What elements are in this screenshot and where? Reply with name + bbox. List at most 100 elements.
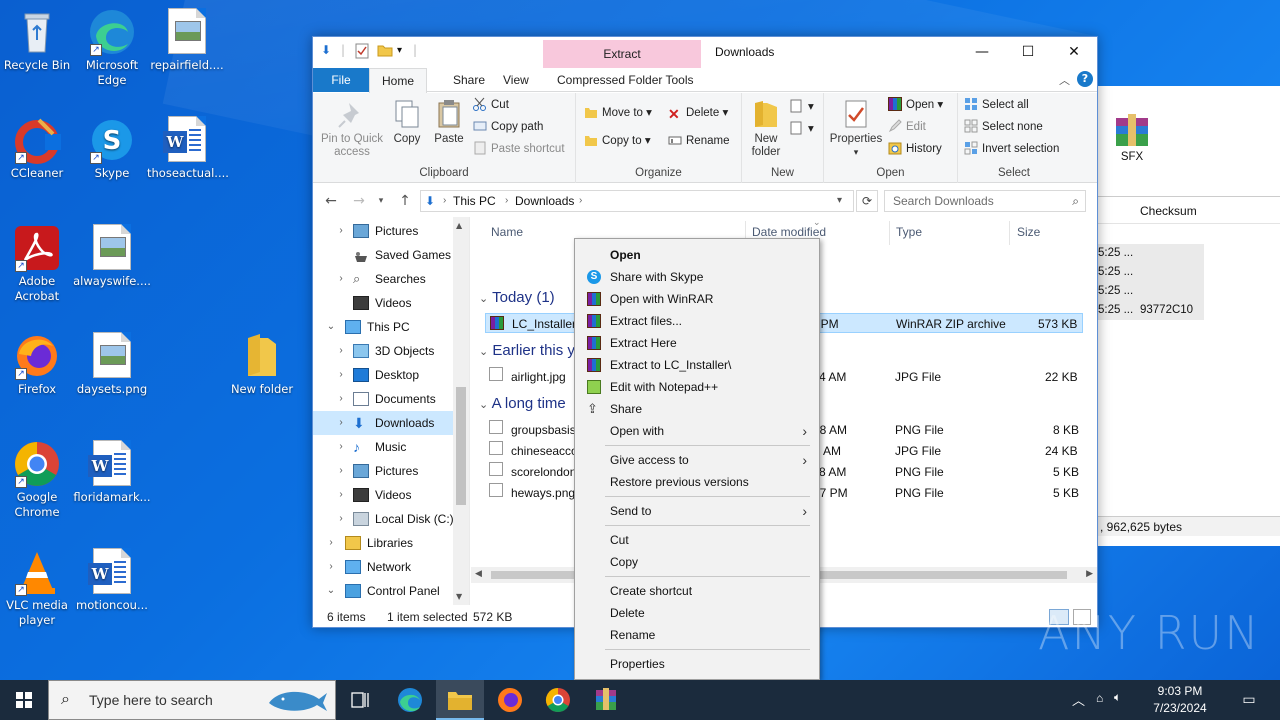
new-folder-button[interactable]: New folder: [746, 99, 786, 159]
menu-item-edit-with-notepadpp[interactable]: Edit with Notepad++: [577, 376, 817, 398]
delete-button[interactable]: ✕ Delete ▾: [668, 103, 728, 123]
taskbar-search-box[interactable]: ⌕ Type here to search: [48, 680, 336, 720]
desktop-icon-edge[interactable]: ↗ Microsoft Edge: [72, 8, 152, 88]
help-icon[interactable]: ?: [1077, 71, 1093, 87]
volume-icon[interactable]: 🔈︎: [1114, 690, 1121, 705]
desktop-icon-new-folder[interactable]: New folder: [222, 332, 302, 397]
desktop-icon-skype[interactable]: S ↗ Skype: [72, 116, 152, 181]
network-tray-icon[interactable]: ⌂: [1096, 691, 1103, 705]
menu-item-open-with-winrar[interactable]: Open with WinRAR: [577, 288, 817, 310]
winrar-window-background[interactable]: SFX Checksum 5:25 ... 5:25 ... 5:25 ... …: [1098, 86, 1280, 546]
desktop-icon-ccleaner[interactable]: ↗ CCleaner: [0, 116, 77, 181]
nav-item-searches[interactable]: › ⌕ Searches: [313, 267, 453, 291]
taskbar-winrar[interactable]: [582, 680, 630, 720]
winrar-row[interactable]: 5:25 ...: [1098, 244, 1204, 263]
easy-access-button[interactable]: ▾: [790, 119, 814, 139]
new-item-button[interactable]: ▾: [790, 97, 814, 117]
taskbar-chrome[interactable]: [534, 680, 582, 720]
nav-item-videos-pc[interactable]: › Videos: [313, 483, 453, 507]
up-arrow-icon[interactable]: ↑: [395, 191, 415, 211]
nav-item-music[interactable]: › ♪ Music: [313, 435, 453, 459]
menu-item-create-shortcut[interactable]: Create shortcut: [577, 580, 817, 602]
group-header-today[interactable]: ⌄ Today (1): [479, 289, 555, 306]
history-button[interactable]: History: [888, 139, 942, 159]
refresh-icon[interactable]: ⟳: [856, 190, 878, 212]
copy-to-button[interactable]: Copy to ▾: [584, 131, 651, 151]
desktop-icon-repairfield[interactable]: repairfield....: [147, 8, 227, 73]
taskbar-firefox[interactable]: [486, 680, 534, 720]
notifications-icon[interactable]: ▭: [1234, 680, 1264, 720]
menu-item-give-access-to[interactable]: Give access to ›: [577, 449, 817, 471]
address-dropdown-icon[interactable]: ▾: [837, 191, 842, 211]
move-to-button[interactable]: Move to ▾: [584, 103, 652, 123]
scroll-up-icon[interactable]: ▲: [456, 221, 462, 230]
menu-item-extract-here[interactable]: Extract Here: [577, 332, 817, 354]
menu-item-extract-to[interactable]: Extract to LC_Installer\: [577, 354, 817, 376]
open-button[interactable]: Open ▾: [888, 95, 943, 115]
task-view-button[interactable]: [336, 680, 384, 720]
cut-button[interactable]: Cut: [473, 95, 509, 115]
menu-item-extract-files[interactable]: Extract files...: [577, 310, 817, 332]
search-input[interactable]: Search Downloads ⌕: [884, 190, 1086, 212]
menu-item-rename[interactable]: Rename: [577, 624, 817, 646]
desktop-icon-vlc[interactable]: ↗ VLC media player: [0, 548, 77, 628]
desktop-icon-floridamark[interactable]: W floridamark...: [72, 440, 152, 505]
menu-item-open[interactable]: Open: [577, 244, 817, 266]
group-header-a-long-time-ago[interactable]: ⌄ A long time: [479, 395, 566, 412]
taskbar-file-explorer[interactable]: [436, 680, 484, 720]
select-all-button[interactable]: Select all: [964, 95, 1029, 115]
taskbar-clock[interactable]: 9:03 PM 7/23/2024: [1130, 683, 1230, 717]
column-header-name[interactable]: Name: [491, 225, 523, 239]
invert-selection-button[interactable]: Invert selection: [964, 139, 1059, 159]
menu-item-delete[interactable]: Delete: [577, 602, 817, 624]
scroll-right-icon[interactable]: ▶: [1086, 568, 1093, 579]
nav-item-pictures-pc[interactable]: › Pictures: [313, 459, 453, 483]
paste-button[interactable]: Paste: [431, 99, 467, 146]
group-header-earlier-this-year[interactable]: ⌄ Earlier this y: [479, 342, 575, 359]
desktop-icon-firefox[interactable]: ↗ Firefox: [0, 332, 77, 397]
tab-compressed-folder-tools[interactable]: Compressed Folder Tools: [545, 68, 706, 92]
column-separator[interactable]: [889, 221, 890, 245]
desktop-icon-thoseactual[interactable]: W thoseactual....: [147, 116, 229, 181]
taskbar-edge[interactable]: [386, 680, 434, 720]
desktop-icon-motioncou[interactable]: W motioncou...: [72, 548, 152, 613]
nav-item-local-disk[interactable]: › Local Disk (C:): [313, 507, 454, 531]
nav-item-3d-objects[interactable]: › 3D Objects: [313, 339, 453, 363]
nav-item-downloads[interactable]: › ⬇ Downloads: [313, 411, 453, 435]
menu-item-send-to[interactable]: Send to ›: [577, 500, 817, 522]
menu-item-share[interactable]: ⇪ Share: [577, 398, 817, 420]
menu-item-copy[interactable]: Copy: [577, 551, 817, 573]
nav-item-control-panel[interactable]: ⌄ Control Panel: [313, 579, 453, 603]
winrar-row[interactable]: 5:25 ...: [1098, 282, 1204, 301]
copy-path-button[interactable]: Copy path: [473, 117, 543, 137]
paste-shortcut-button[interactable]: Paste shortcut: [473, 139, 565, 159]
new-folder-quick-icon[interactable]: [377, 43, 393, 61]
minimize-button[interactable]: —: [959, 37, 1005, 67]
tab-home[interactable]: Home: [369, 68, 428, 93]
properties-button[interactable]: Properties ▾: [828, 99, 884, 159]
close-button[interactable]: ✕: [1051, 37, 1097, 67]
collapse-ribbon-icon[interactable]: ︿: [1059, 72, 1070, 88]
column-header-size[interactable]: Size: [1017, 225, 1040, 239]
tab-file[interactable]: File: [313, 68, 369, 92]
menu-item-cut[interactable]: Cut: [577, 529, 817, 551]
scroll-left-icon[interactable]: ◀: [475, 568, 482, 579]
winrar-row[interactable]: 5:25 ... 93772C10: [1098, 301, 1204, 320]
desktop-icon-acrobat[interactable]: ↗ Adobe Acrobat: [0, 224, 77, 304]
customize-quick-access-icon[interactable]: ▾: [397, 45, 402, 63]
rename-button[interactable]: Rename: [668, 131, 729, 151]
show-hidden-icons-chevron-icon[interactable]: ︿: [1072, 690, 1085, 709]
nav-item-saved-games[interactable]: Saved Games: [313, 243, 453, 267]
recent-locations-chevron-icon[interactable]: ▾: [371, 191, 391, 211]
start-button[interactable]: [0, 680, 48, 720]
back-arrow-icon[interactable]: ←: [321, 191, 341, 211]
nav-item-libraries[interactable]: › Libraries: [313, 531, 453, 555]
nav-item-videos[interactable]: Videos: [313, 291, 453, 315]
desktop-icon-recycle-bin[interactable]: Recycle Bin: [0, 8, 77, 73]
menu-item-share-with-skype[interactable]: S Share with Skype: [577, 266, 817, 288]
address-bar[interactable]: ⬇ › This PC › Downloads › ▾: [420, 190, 854, 212]
edit-button[interactable]: Edit: [888, 117, 926, 137]
breadcrumb-this-pc[interactable]: This PC: [453, 191, 496, 211]
menu-item-restore-previous-versions[interactable]: Restore previous versions: [577, 471, 817, 493]
nav-item-network[interactable]: › Network: [313, 555, 453, 579]
